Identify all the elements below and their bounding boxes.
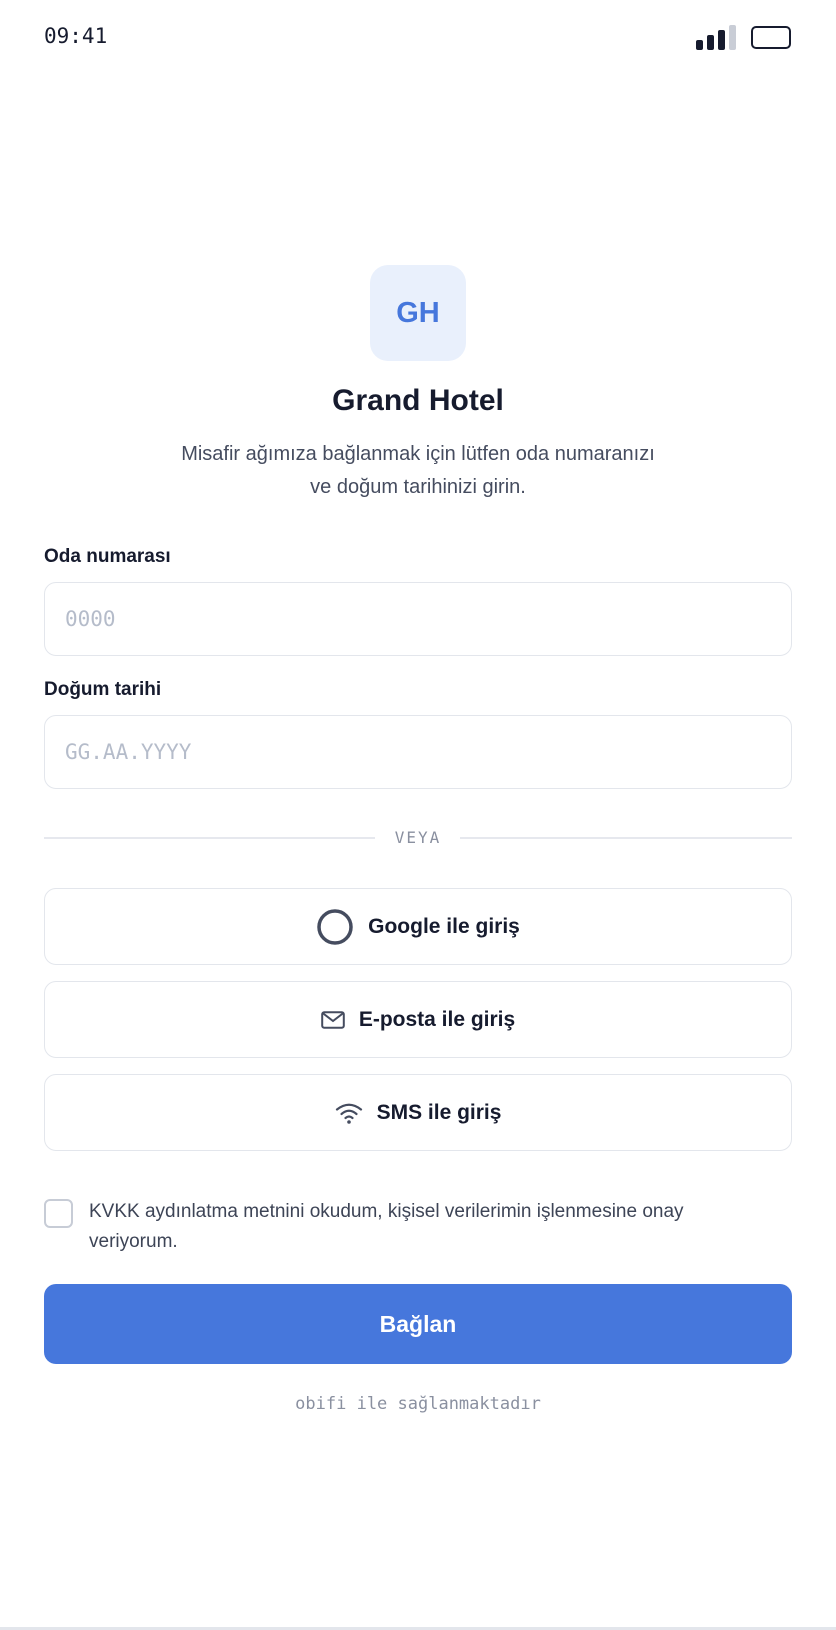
consent-text: KVKK aydınlatma metnini okudum, kişisel … (89, 1201, 684, 1252)
birth-date-input[interactable] (44, 715, 792, 789)
intro-text: Misafir ağımıza bağlanmak için lütfen od… (160, 438, 676, 504)
battery-icon (751, 26, 791, 49)
intro-line-2: ve doğum tarihinizi girin. (310, 476, 526, 498)
status-bar: 09:41 (0, 0, 836, 76)
hotel-name: Grand Hotel (332, 384, 504, 417)
birth-date-label: Doğum tarihi (44, 679, 162, 700)
circle-icon (316, 908, 354, 946)
google-login-label: Google ile giriş (368, 914, 520, 938)
signal-icon (696, 24, 736, 50)
consent-checkbox[interactable] (44, 1199, 73, 1228)
powered-by-text: obifi ile sağlanmaktadır (295, 1394, 541, 1414)
sms-login-button[interactable]: SMS ile giriş (44, 1074, 792, 1151)
sms-login-label: SMS ile giriş (376, 1100, 502, 1124)
status-time: 09:41 (44, 24, 108, 48)
or-divider: VEYA (44, 826, 792, 850)
room-number-input[interactable] (44, 582, 792, 656)
logo-initials: GH (396, 296, 440, 329)
hotel-logo: GH (370, 265, 466, 361)
email-login-label: E-posta ile giriş (358, 1007, 516, 1031)
mail-icon (321, 1010, 345, 1029)
divider-label: VEYA (394, 828, 442, 847)
connect-button[interactable]: Bağlan (44, 1284, 792, 1364)
email-login-button[interactable]: E-posta ile giriş (44, 981, 792, 1058)
wifi-icon (335, 1101, 363, 1125)
room-number-label: Oda numarası (44, 546, 171, 567)
google-login-button[interactable]: Google ile giriş (44, 888, 792, 965)
intro-line-1: Misafir ağımıza bağlanmak için lütfen od… (181, 443, 655, 465)
